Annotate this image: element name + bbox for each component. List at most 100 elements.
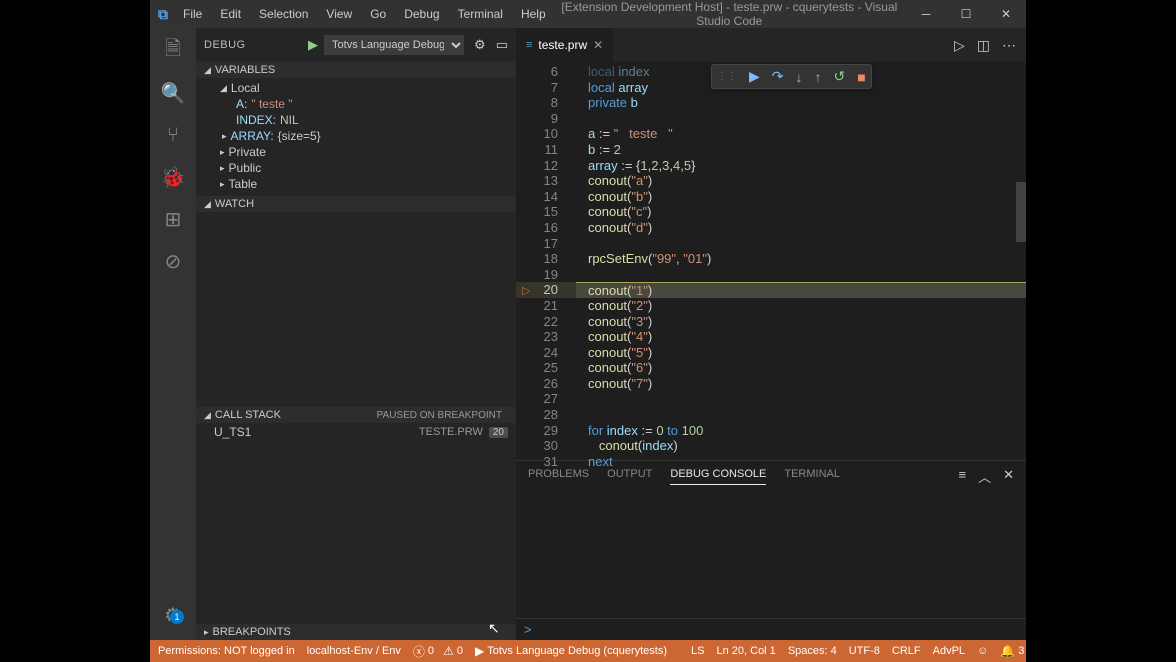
debug-console-toggle-icon[interactable]: ▭ — [496, 37, 508, 53]
variable-array[interactable]: ▸ ARRAY: {size=5} — [196, 128, 516, 144]
code-line[interactable]: conout("4") — [576, 329, 1026, 345]
line-number[interactable]: 30 — [516, 438, 576, 454]
line-number[interactable]: 18 — [516, 251, 576, 267]
line-number[interactable]: 11 — [516, 142, 576, 158]
code-line[interactable] — [576, 111, 1026, 127]
line-number[interactable]: 9 — [516, 111, 576, 127]
scope-table[interactable]: ▸Table — [196, 176, 516, 192]
line-number[interactable]: 22 — [516, 314, 576, 330]
code-line[interactable]: next — [576, 454, 1026, 470]
variable-index[interactable]: INDEX: NIL — [196, 112, 516, 128]
extensions-icon[interactable]: ⊞ — [158, 204, 188, 234]
line-number[interactable]: 6 — [516, 64, 576, 80]
status-debug-target[interactable]: ▶Totvs Language Debug (cquerytests) — [475, 644, 667, 658]
code-line[interactable]: conout("7") — [576, 376, 1026, 392]
source-control-icon[interactable]: ⑂ — [158, 120, 188, 150]
line-number[interactable]: 7 — [516, 80, 576, 96]
menu-file[interactable]: File — [176, 4, 209, 24]
scope-local[interactable]: ◢Local — [196, 80, 516, 96]
menu-edit[interactable]: Edit — [213, 4, 248, 24]
line-number[interactable]: 23 — [516, 329, 576, 345]
code-line[interactable]: b := 2 — [576, 142, 1026, 158]
start-debug-button[interactable]: ▶ — [308, 37, 318, 53]
tab-output[interactable]: OUTPUT — [607, 468, 652, 484]
more-icon[interactable]: ⋯ — [1002, 37, 1016, 54]
debug-icon[interactable]: 🐞 — [158, 162, 188, 192]
code-line[interactable]: conout("3") — [576, 314, 1026, 330]
code-line[interactable]: conout("5") — [576, 345, 1026, 361]
close-button[interactable]: ✕ — [986, 7, 1026, 21]
status-position[interactable]: Ln 20, Col 1 — [716, 645, 775, 657]
line-number[interactable]: 14 — [516, 189, 576, 205]
tab-problems[interactable]: PROBLEMS — [528, 468, 589, 484]
line-number[interactable]: 10 — [516, 126, 576, 142]
breakpoints-section-header[interactable]: ▸BREAKPOINTS — [196, 624, 516, 640]
code-line[interactable]: rpcSetEnv("99", "01") — [576, 251, 1026, 267]
variable-a[interactable]: A: " teste " — [196, 96, 516, 112]
debug-console-input[interactable]: > — [516, 618, 1026, 640]
line-number[interactable]: 8 — [516, 95, 576, 111]
code-line[interactable]: conout("d") — [576, 220, 1026, 236]
callstack-frame[interactable]: U_TS1 TESTE.PRW 20 — [196, 423, 516, 441]
menu-help[interactable]: Help — [514, 4, 553, 24]
tab-terminal[interactable]: TERMINAL — [784, 468, 840, 484]
menu-terminal[interactable]: Terminal — [451, 4, 510, 24]
code-line[interactable] — [576, 267, 1026, 283]
stop-button[interactable]: ■ — [857, 69, 865, 85]
code-line[interactable]: array := {1,2,3,4,5} — [576, 158, 1026, 174]
step-into-button[interactable]: ↓ — [796, 69, 803, 85]
code-line[interactable]: conout("a") — [576, 173, 1026, 189]
debug-settings-icon[interactable]: ⚙ — [474, 37, 486, 53]
status-server[interactable]: localhost-Env / Env — [307, 645, 401, 657]
line-number[interactable]: 12 — [516, 158, 576, 174]
line-number[interactable]: 16 — [516, 220, 576, 236]
line-number[interactable]: 31 — [516, 454, 576, 470]
run-icon[interactable]: ▷ — [954, 37, 965, 54]
code-line[interactable] — [576, 391, 1026, 407]
line-number[interactable]: 29 — [516, 423, 576, 439]
explorer-icon[interactable]: 🗎 — [158, 36, 188, 66]
code-line[interactable]: conout("1") — [576, 282, 1026, 298]
variables-section-header[interactable]: ◢ VARIABLES — [196, 62, 516, 78]
code-line[interactable]: conout("2") — [576, 298, 1026, 314]
code-line[interactable]: conout(index) — [576, 438, 1026, 454]
editor-body[interactable]: ⋮⋮ ▶ ↷ ↓ ↑ ↺ ■ 6789101112131415161718192… — [516, 62, 1026, 460]
status-feedback[interactable]: ☺ — [977, 645, 988, 657]
line-number[interactable]: 25 — [516, 360, 576, 376]
line-number[interactable]: 19 — [516, 267, 576, 283]
status-permissions[interactable]: Permissions: NOT logged in — [158, 645, 295, 657]
line-number[interactable]: 20▷ — [516, 282, 576, 298]
callstack-section-header[interactable]: ◢CALL STACK PAUSED ON BREAKPOINT — [196, 407, 516, 423]
status-ls[interactable]: LS — [691, 645, 704, 657]
code-line[interactable]: private b — [576, 95, 1026, 111]
maximize-button[interactable]: ☐ — [946, 7, 986, 21]
editor-tab[interactable]: ≡ teste.prw ✕ — [516, 28, 613, 62]
sync-disabled-icon[interactable]: ⊘ — [158, 246, 188, 276]
code-line[interactable]: for index := 0 to 100 — [576, 423, 1026, 439]
line-number[interactable]: 26 — [516, 376, 576, 392]
status-eol[interactable]: CRLF — [892, 645, 921, 657]
line-number[interactable]: 28 — [516, 407, 576, 423]
grip-icon[interactable]: ⋮⋮ — [717, 71, 737, 82]
line-number[interactable]: 17 — [516, 236, 576, 252]
watch-body[interactable] — [196, 212, 516, 407]
menu-go[interactable]: Go — [363, 4, 393, 24]
debug-toolbar[interactable]: ⋮⋮ ▶ ↷ ↓ ↑ ↺ ■ — [711, 64, 872, 89]
line-number[interactable]: 21 — [516, 298, 576, 314]
continue-button[interactable]: ▶ — [749, 68, 760, 85]
split-editor-icon[interactable]: ◫ — [977, 37, 990, 54]
status-language[interactable]: AdvPL — [933, 645, 965, 657]
status-errors[interactable]: ⓧ0 ⚠0 — [413, 643, 463, 660]
tab-debug-console[interactable]: DEBUG CONSOLE — [670, 468, 766, 485]
scope-public[interactable]: ▸Public — [196, 160, 516, 176]
search-icon[interactable]: 🔍 — [158, 78, 188, 108]
scrollbar-thumb[interactable] — [1016, 182, 1026, 242]
menu-debug[interactable]: Debug — [397, 4, 446, 24]
debug-config-select[interactable]: Totvs Language Debug — [324, 35, 464, 55]
restart-button[interactable]: ↺ — [834, 68, 846, 85]
step-out-button[interactable]: ↑ — [815, 69, 822, 85]
settings-icon[interactable]: ⚙ 1 — [158, 600, 188, 630]
code-line[interactable] — [576, 407, 1026, 423]
step-over-button[interactable]: ↷ — [772, 68, 784, 85]
code-line[interactable]: conout("6") — [576, 360, 1026, 376]
